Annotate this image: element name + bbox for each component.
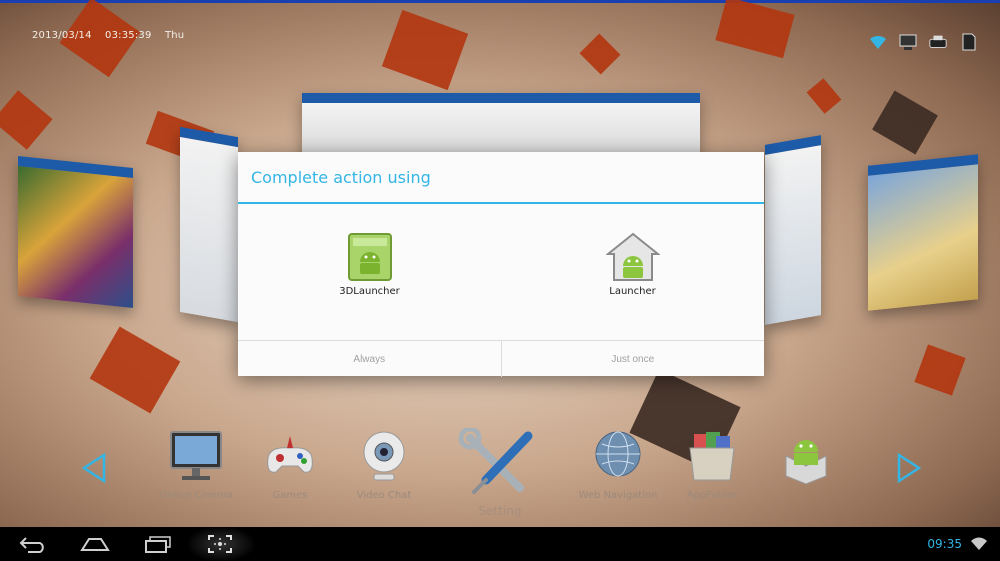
- android-box-icon: [347, 233, 392, 281]
- dock-label: Web Navigation: [578, 490, 658, 501]
- status-icons: [868, 32, 978, 52]
- dock-item-web-navigation[interactable]: Web Navigation: [573, 428, 663, 501]
- dialog-title: Complete action using: [238, 152, 764, 204]
- carousel-panel-games[interactable]: [18, 155, 133, 309]
- gamepad-icon: [267, 436, 313, 473]
- home-icon: [80, 538, 110, 551]
- option-launcher[interactable]: Launcher: [501, 204, 764, 340]
- date-time: 2013/03/14 03:35:39 Thu: [32, 30, 194, 41]
- dock-left-arrow[interactable]: [80, 452, 108, 488]
- wifi-icon: [970, 536, 988, 556]
- android-home-icon: [605, 232, 660, 281]
- decor-shard: [914, 344, 966, 396]
- carousel-panel-apps[interactable]: [868, 154, 978, 311]
- webcam-icon: [363, 431, 405, 481]
- option-label: 3DLauncher: [339, 286, 400, 297]
- home-button[interactable]: [75, 533, 115, 555]
- dock-item-market[interactable]: [761, 428, 851, 490]
- back-icon: [19, 537, 44, 553]
- chooser-dialog: Complete action using 3DLauncher Launche…: [238, 152, 764, 377]
- dock-item-app-folder[interactable]: AppFolder: [667, 428, 757, 501]
- decor-shard: [89, 326, 181, 414]
- dock-item-online-cinema[interactable]: Online Cinema: [151, 428, 241, 501]
- dock-label: Setting: [478, 504, 522, 518]
- decor-shard: [872, 90, 938, 155]
- day-text: Thu: [164, 30, 185, 41]
- just-once-button[interactable]: Just once: [500, 341, 765, 377]
- nav-clock: 09:35: [927, 537, 962, 551]
- home-screen: 2013/03/14 03:35:39 Thu Online Cinema Ga…: [0, 0, 1000, 527]
- dock-label: Online Cinema: [159, 490, 233, 501]
- recent-apps-button[interactable]: [138, 533, 178, 555]
- decor-shard: [579, 33, 621, 75]
- carousel-panel-side[interactable]: [765, 135, 821, 325]
- dock-item-video-chat[interactable]: Video Chat: [339, 428, 429, 501]
- dock-item-games[interactable]: Games: [245, 428, 335, 501]
- wifi-icon: [868, 32, 888, 52]
- dock-label: AppFolder: [686, 490, 738, 501]
- decor-shard: [806, 78, 842, 114]
- date-text: 2013/03/14: [32, 30, 92, 41]
- dock-item-setting[interactable]: Setting: [455, 428, 545, 518]
- screenshot-icon: [208, 535, 232, 553]
- dock-right-arrow[interactable]: [895, 452, 923, 488]
- screenshot-button[interactable]: [200, 533, 240, 555]
- usb-icon: [928, 32, 948, 52]
- carousel-panel-side[interactable]: [180, 126, 238, 323]
- tools-icon: [458, 428, 533, 494]
- dialog-options: 3DLauncher Launcher: [238, 204, 764, 340]
- option-label: Launcher: [609, 286, 656, 297]
- decor-shard: [381, 9, 469, 91]
- decor-shard: [715, 0, 795, 59]
- decor-shard: [0, 90, 53, 150]
- back-button[interactable]: [13, 533, 53, 555]
- time-text: 03:35:39: [105, 30, 152, 41]
- network-icon: [898, 32, 918, 52]
- folder-icon: [689, 432, 735, 481]
- always-button[interactable]: Always: [238, 341, 501, 377]
- monitor-icon: [170, 431, 222, 480]
- option-3dlauncher[interactable]: 3DLauncher: [238, 204, 501, 340]
- android-market-icon: [785, 440, 827, 485]
- dialog-buttons: Always Just once: [238, 340, 764, 377]
- sdcard-icon: [958, 32, 978, 52]
- globe-icon: [595, 431, 641, 477]
- recent-apps-icon: [145, 536, 171, 553]
- dock-label: Video Chat: [356, 490, 412, 501]
- top-edge-line: [0, 0, 1000, 3]
- dock-label: Games: [272, 490, 308, 501]
